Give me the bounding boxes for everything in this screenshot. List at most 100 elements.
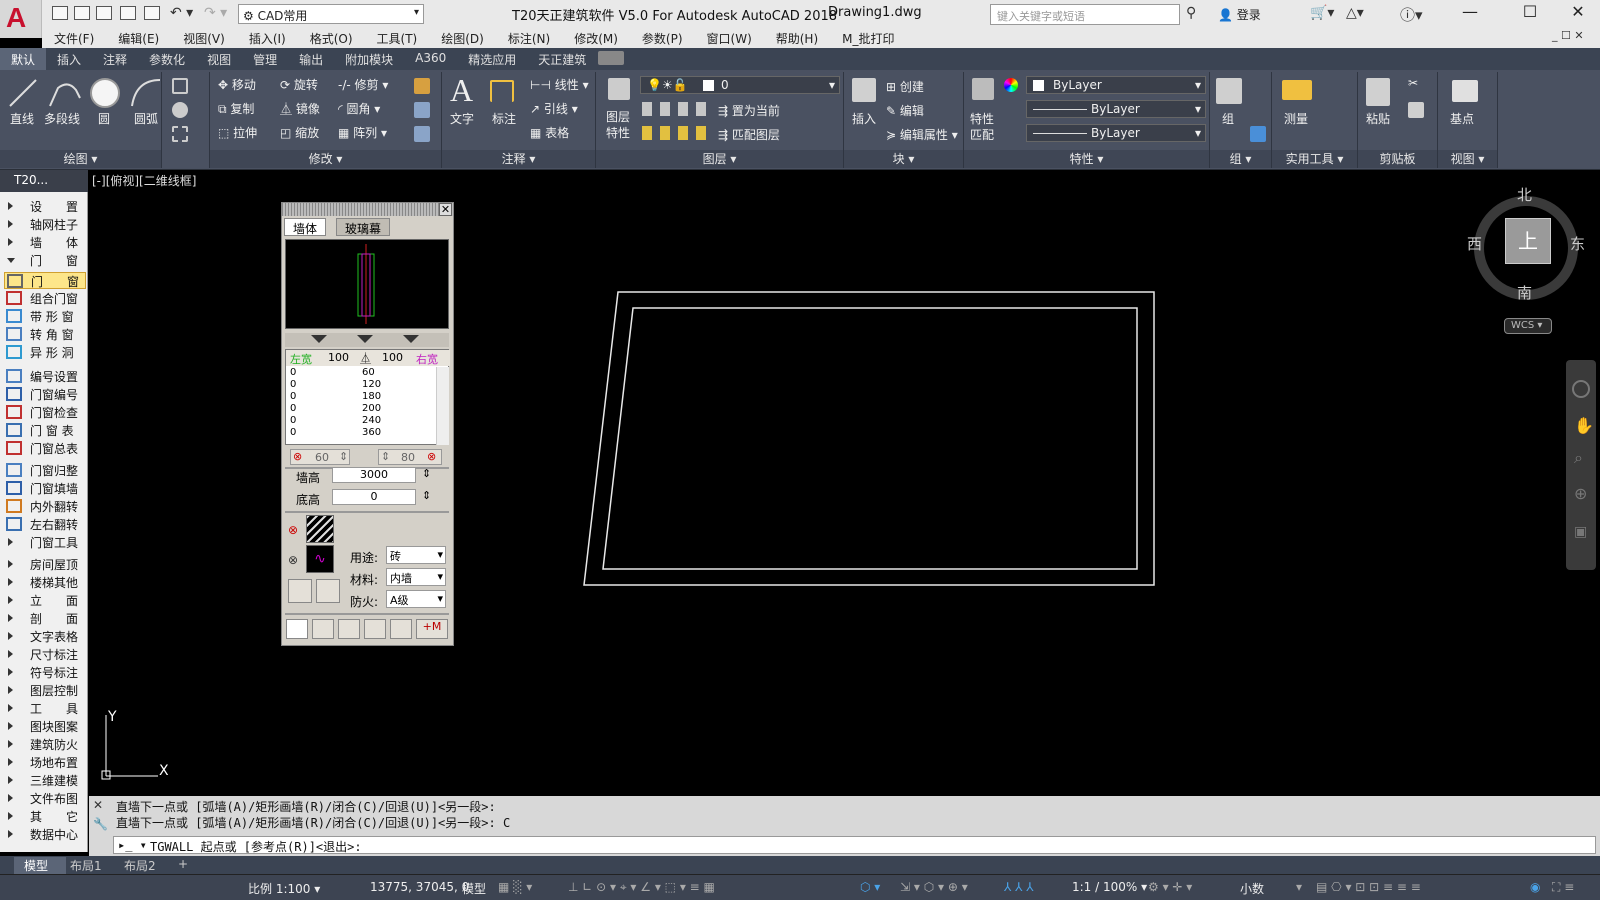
chevron-down-icon: ▾ [437, 548, 443, 561]
spin-arrows-icon[interactable]: ⇕ [381, 450, 390, 463]
pen-tool-icon[interactable] [288, 579, 312, 603]
fire-value: A级 [390, 594, 409, 607]
width-arrow-left-icon[interactable] [311, 335, 327, 343]
row-left-value: 0 [290, 427, 297, 438]
base-height-spinner[interactable]: ⇕ [422, 489, 431, 502]
steering-wheel-icon[interactable] [1572, 380, 1590, 398]
table-row[interactable]: 0 180 [286, 391, 436, 403]
cart-tool-icon[interactable] [316, 579, 340, 603]
right-spin[interactable]: ⇕ 80 ⊗ [378, 449, 442, 465]
left-width-value[interactable]: 100 [328, 351, 349, 364]
hatch-pattern-swatch[interactable] [306, 515, 334, 543]
viewcube-top-face[interactable]: 上 [1505, 218, 1551, 264]
left-spin[interactable]: ⊗ 60 ⇕ [290, 449, 350, 465]
row-left-value: 0 [290, 367, 297, 378]
wrench-icon[interactable]: 🔧 [93, 817, 108, 831]
tab-layout2[interactable]: 布局2 [124, 857, 156, 874]
drawing-canvas[interactable]: Y X [0, 0, 1600, 900]
compass-north[interactable]: 北 [1517, 184, 1532, 205]
width-table-scrollbar[interactable] [436, 367, 449, 445]
dialog-titlebar[interactable] [282, 203, 453, 216]
pick-wall-icon[interactable] [390, 619, 412, 639]
units-select[interactable]: 小数 [1240, 880, 1264, 897]
pan-icon[interactable]: ✋ [1574, 416, 1594, 435]
base-height-input[interactable]: 0 [332, 489, 416, 505]
base-height-label: 底高 [296, 493, 321, 507]
fullscreen-icon[interactable]: ⛶ ≡ [1552, 880, 1574, 895]
divider [285, 511, 449, 513]
right-width-value[interactable]: 100 [382, 351, 403, 364]
wcs-menu[interactable]: WCS ▾ [1504, 318, 1552, 334]
command-prompt-icon: ▸_ ▾ [118, 838, 147, 852]
wall-height-spinner[interactable]: ⇕ [422, 467, 431, 480]
isolate-icon[interactable]: ◉ [1530, 880, 1540, 894]
arc-wall-mode-icon[interactable] [312, 619, 334, 639]
modulus-icon[interactable]: +M [416, 619, 448, 639]
material-select[interactable]: 内墙 ▾ [386, 568, 446, 586]
annotation-visibility-icon[interactable]: ⅄ ⅄ ⅄ [1004, 880, 1034, 894]
fire-select[interactable]: A级 ▾ [386, 590, 446, 608]
annotation-scale[interactable]: 1:1 / 100% ▾ [1072, 880, 1147, 894]
compass-south[interactable]: 南 [1517, 282, 1532, 303]
navigation-bar: ✋ ⌕ ⊕ ▣ [1566, 360, 1596, 570]
ucs-icon[interactable]: ⇲ ▾ ⬡ ▾ ⊕ ▾ [900, 880, 968, 894]
wall-preview [285, 239, 449, 329]
tab-model[interactable]: 模型 [14, 857, 66, 874]
row-right-value: 200 [362, 403, 382, 414]
add-layout-button[interactable]: + [178, 857, 188, 871]
workspace-switch-icon[interactable]: ⚙ ▾ ✛ ▾ [1148, 880, 1192, 894]
table-row[interactable]: 0 60 [286, 367, 436, 379]
status-tools-icon[interactable]: ▤ ⎔ ▾ ⊡ ⊡ ≡ ≡ ≡ [1316, 880, 1421, 894]
tab-wall[interactable]: 墙体 [284, 218, 327, 236]
rect-wall-mode-icon[interactable] [338, 619, 360, 639]
table-row[interactable]: 0 200 [286, 403, 436, 415]
clear-icon[interactable]: ⊗ [293, 450, 302, 463]
divider [285, 613, 449, 615]
grid-icon[interactable]: ▦ ░ ▾ [498, 880, 532, 894]
width-arrow-right-icon[interactable] [403, 335, 419, 343]
row-left-value: 0 [290, 403, 297, 414]
width-arrows [285, 333, 449, 347]
scale-select[interactable]: 比例 1:100 ▾ [248, 880, 320, 897]
row-left-value: 0 [290, 391, 297, 402]
width-arrow-center-icon[interactable] [357, 335, 373, 343]
row-right-value: 120 [362, 379, 382, 390]
zoom-icon[interactable]: ⌕ [1574, 448, 1583, 468]
command-input[interactable]: ▸_ ▾ TGWALL 起点或 [参考点(R)]<退出>: [113, 836, 1596, 854]
right-width-label: 右宽 [416, 353, 438, 366]
compass-west[interactable]: 西 [1467, 233, 1482, 254]
ucs-x-label: X [159, 763, 169, 779]
table-row[interactable]: 0 360 [286, 427, 436, 439]
compass-east[interactable]: 东 [1570, 233, 1585, 254]
table-row[interactable]: 0 120 [286, 379, 436, 391]
clear-icon[interactable]: ⊗ [288, 523, 298, 537]
orbit-icon[interactable]: ⊕ [1574, 484, 1587, 503]
row-right-value: 60 [362, 367, 375, 378]
tab-curtain-wall[interactable]: 玻璃幕 [336, 218, 391, 236]
left-spin-value: 60 [315, 451, 329, 464]
spin-arrows-icon[interactable]: ⇕ [339, 450, 348, 463]
3d-osnap-icon[interactable]: ⬡ ▾ [860, 880, 880, 894]
showmotion-icon[interactable]: ▣ [1574, 524, 1587, 540]
wave-pattern-swatch[interactable]: ∿ [306, 545, 334, 573]
table-row[interactable]: 0 240 [286, 415, 436, 427]
snap-tools-icon[interactable]: ⊥ ∟ ⊙ ▾ ⌖ ▾ ∠ ▾ ⬚ ▾ ≡ ▦ [568, 880, 715, 895]
model-space-button[interactable]: 模型 [462, 880, 486, 897]
material-label: 材料: [350, 573, 379, 587]
usage-value: 砖 [390, 550, 401, 563]
clear-icon[interactable]: ⊗ [288, 553, 298, 567]
room-wall-mode-icon[interactable] [364, 619, 386, 639]
tab-layout1[interactable]: 布局1 [70, 857, 102, 874]
close-icon[interactable]: ✕ [439, 203, 452, 216]
draw-wall-mode-icon[interactable] [286, 619, 308, 639]
row-right-value: 360 [362, 427, 382, 438]
usage-select[interactable]: 砖 ▾ [386, 546, 446, 564]
clear-icon[interactable]: ⊗ [427, 450, 436, 463]
chevron-down-icon[interactable]: ▾ [1296, 880, 1302, 894]
right-spin-value: 80 [401, 451, 415, 464]
swap-icon[interactable]: ⏅ [360, 350, 371, 366]
chevron-down-icon: ▾ [437, 570, 443, 583]
close-icon[interactable]: ✕ [93, 798, 103, 812]
wall-height-input[interactable]: 3000 [332, 467, 416, 483]
coordinates-readout: 13775, 37045, 0 [370, 880, 470, 894]
